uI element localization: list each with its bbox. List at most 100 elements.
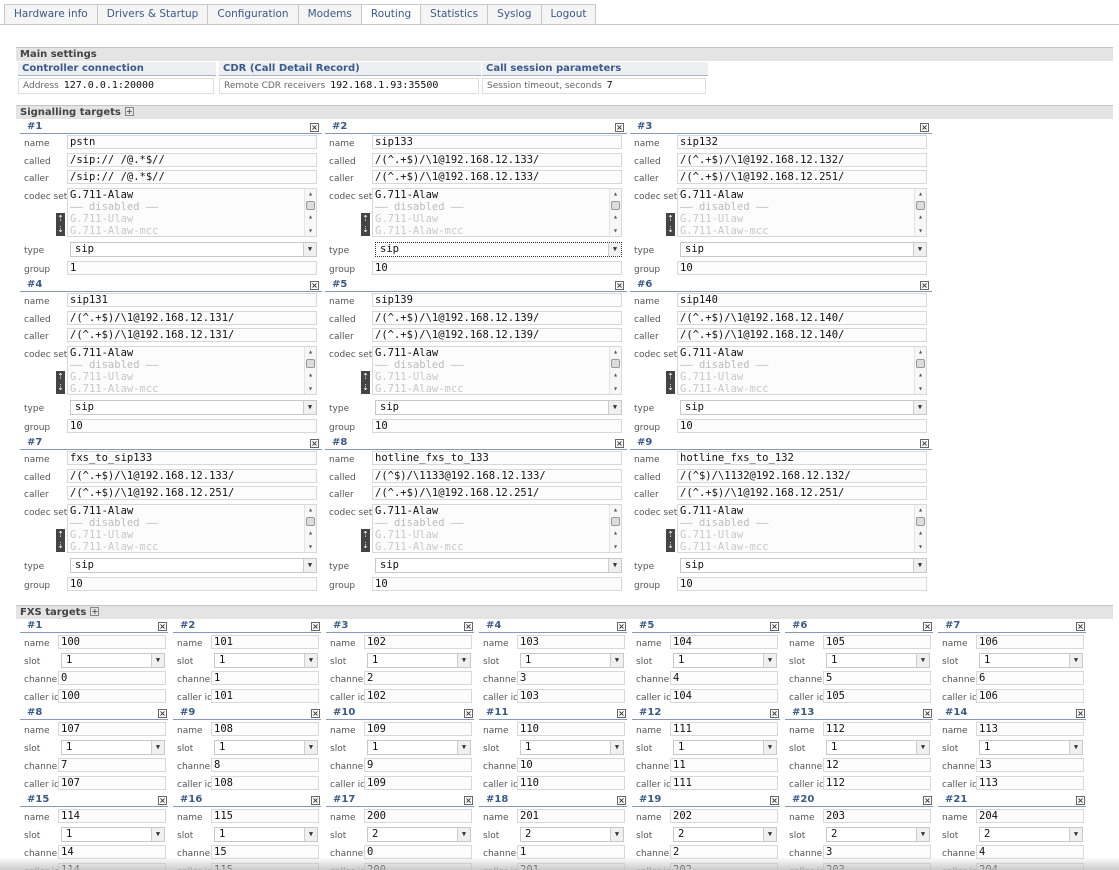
codec-item[interactable]: G.711-Ulaw: [680, 371, 926, 383]
codec-item[interactable]: —— disabled ——: [375, 517, 621, 529]
scroll-up-icon[interactable]: ▴: [610, 528, 621, 538]
name-field[interactable]: sip133: [372, 135, 622, 149]
close-icon[interactable]: ×: [464, 709, 473, 718]
scroll-thumb[interactable]: [306, 517, 315, 526]
codec-item[interactable]: —— disabled ——: [70, 201, 316, 213]
codec-set-list[interactable]: G.711-Alaw —— disabled —— G.711-Ulaw G.711-…: [67, 346, 317, 395]
scroll-up-icon[interactable]: ▴: [915, 212, 926, 222]
scroll-down-icon[interactable]: ▾: [305, 384, 316, 394]
scroll-down-icon[interactable]: ▾: [915, 542, 926, 552]
group-field[interactable]: 10: [372, 419, 622, 433]
caller-id-field[interactable]: 102: [364, 689, 472, 703]
name-field[interactable]: 110: [517, 722, 625, 736]
slot-select[interactable]: 1 ▼: [367, 740, 471, 755]
tab-routing[interactable]: Routing: [360, 4, 421, 25]
caller-id-field[interactable]: 105: [823, 689, 931, 703]
caller-field[interactable]: /(^.+$)/\1@192.168.12.131/: [67, 328, 317, 342]
slot-select[interactable]: 1 ▼: [520, 740, 624, 755]
slot-select[interactable]: 1 ▼: [979, 653, 1083, 668]
list-scrollbar[interactable]: ▴ ▴ ▾: [304, 189, 316, 236]
name-field[interactable]: 201: [517, 809, 625, 823]
scroll-down-icon[interactable]: ▾: [915, 384, 926, 394]
channel-field[interactable]: 5: [823, 671, 931, 685]
codec-set-list[interactable]: G.711-Alaw —— disabled —— G.711-Ulaw G.711-…: [67, 504, 317, 553]
channel-field[interactable]: 1: [211, 671, 319, 685]
scroll-up-icon[interactable]: ▴: [915, 370, 926, 380]
scroll-thumb[interactable]: [611, 201, 620, 210]
channel-field[interactable]: 9: [364, 758, 472, 772]
scroll-thumb[interactable]: [306, 359, 315, 368]
name-field[interactable]: fxs_to_sip133: [67, 451, 317, 465]
type-select[interactable]: sip ▼: [375, 242, 622, 257]
close-icon[interactable]: ×: [615, 281, 624, 290]
group-field[interactable]: 10: [67, 577, 317, 591]
codec-item[interactable]: G.711-Ulaw: [70, 371, 316, 383]
scroll-thumb[interactable]: [611, 517, 620, 526]
name-field[interactable]: hotline_fxs_to_132: [677, 451, 927, 465]
slot-select[interactable]: 1 ▼: [214, 653, 318, 668]
codec-item[interactable]: —— disabled ——: [680, 359, 926, 371]
reorder-arrows-icon[interactable]: ⇡ ⇣: [56, 529, 65, 552]
name-field[interactable]: 111: [670, 722, 778, 736]
slot-select[interactable]: 1 ▼: [826, 740, 930, 755]
scroll-down-icon[interactable]: ▾: [305, 542, 316, 552]
slot-select[interactable]: 1 ▼: [673, 653, 777, 668]
cdr-receivers-input[interactable]: 192.168.1.93:35500: [330, 80, 438, 91]
channel-field[interactable]: 12: [823, 758, 931, 772]
scroll-up-icon[interactable]: ▴: [305, 528, 316, 538]
scroll-thumb[interactable]: [916, 517, 925, 526]
name-field[interactable]: 200: [364, 809, 472, 823]
caller-field[interactable]: /(^.+$)/\1@192.168.12.139/: [372, 328, 622, 342]
list-scrollbar[interactable]: ▴ ▴ ▾: [304, 505, 316, 552]
called-field[interactable]: /(^$)/\1132@192.168.12.132/: [677, 469, 927, 483]
codec-set-list[interactable]: G.711-Alaw —— disabled —— G.711-Ulaw G.711-…: [677, 188, 927, 237]
codec-item[interactable]: G.711-Alaw-mcc: [680, 541, 926, 552]
codec-item[interactable]: G.711-Alaw-mcc: [680, 225, 926, 236]
called-field[interactable]: /(^.+$)/\1@192.168.12.133/: [67, 469, 317, 483]
codec-item[interactable]: G.711-Ulaw: [680, 213, 926, 225]
close-icon[interactable]: ×: [310, 281, 319, 290]
list-scrollbar[interactable]: ▴ ▴ ▾: [914, 189, 926, 236]
caller-id-field[interactable]: 109: [364, 776, 472, 790]
scroll-thumb[interactable]: [611, 359, 620, 368]
caller-id-field[interactable]: 113: [976, 776, 1084, 790]
name-field[interactable]: sip140: [677, 293, 927, 307]
codec-item[interactable]: G.711-Alaw-mcc: [70, 541, 316, 552]
scroll-up-icon[interactable]: ▴: [610, 505, 621, 515]
slot-select[interactable]: 1 ▼: [520, 653, 624, 668]
slot-select[interactable]: 1 ▼: [61, 653, 165, 668]
codec-item[interactable]: G.711-Ulaw: [70, 529, 316, 541]
name-field[interactable]: hotline_fxs_to_133: [372, 451, 622, 465]
channel-field[interactable]: 8: [211, 758, 319, 772]
name-field[interactable]: 109: [364, 722, 472, 736]
caller-id-field[interactable]: 112: [823, 776, 931, 790]
called-field[interactable]: /(^$)/\1133@192.168.12.133/: [372, 469, 622, 483]
channel-field[interactable]: 7: [58, 758, 166, 772]
group-field[interactable]: 10: [372, 577, 622, 591]
close-icon[interactable]: ×: [158, 796, 167, 805]
scroll-up-icon[interactable]: ▴: [915, 505, 926, 515]
caller-id-field[interactable]: 110: [517, 776, 625, 790]
codec-item[interactable]: G.711-Ulaw: [375, 529, 621, 541]
name-field[interactable]: 115: [211, 809, 319, 823]
scroll-up-icon[interactable]: ▴: [915, 347, 926, 357]
scroll-down-icon[interactable]: ▾: [610, 226, 621, 236]
codec-item[interactable]: G.711-Alaw: [70, 189, 316, 201]
codec-item[interactable]: G.711-Ulaw: [70, 213, 316, 225]
scroll-up-icon[interactable]: ▴: [915, 528, 926, 538]
caller-field[interactable]: /(^.+$)/\1@192.168.12.251/: [677, 170, 927, 184]
reorder-arrows-icon[interactable]: ⇡ ⇣: [361, 529, 370, 552]
name-field[interactable]: 104: [670, 635, 778, 649]
codec-item[interactable]: —— disabled ——: [375, 359, 621, 371]
codec-item[interactable]: G.711-Alaw-mcc: [375, 225, 621, 236]
codec-item[interactable]: G.711-Alaw-mcc: [70, 383, 316, 394]
close-icon[interactable]: ×: [920, 123, 929, 132]
name-field[interactable]: 203: [823, 809, 931, 823]
list-scrollbar[interactable]: ▴ ▴ ▾: [914, 505, 926, 552]
list-scrollbar[interactable]: ▴ ▴ ▾: [609, 189, 621, 236]
close-icon[interactable]: ×: [923, 709, 932, 718]
caller-id-field[interactable]: 100: [58, 689, 166, 703]
close-icon[interactable]: ×: [617, 709, 626, 718]
codec-item[interactable]: G.711-Alaw: [375, 189, 621, 201]
channel-field[interactable]: 2: [364, 671, 472, 685]
